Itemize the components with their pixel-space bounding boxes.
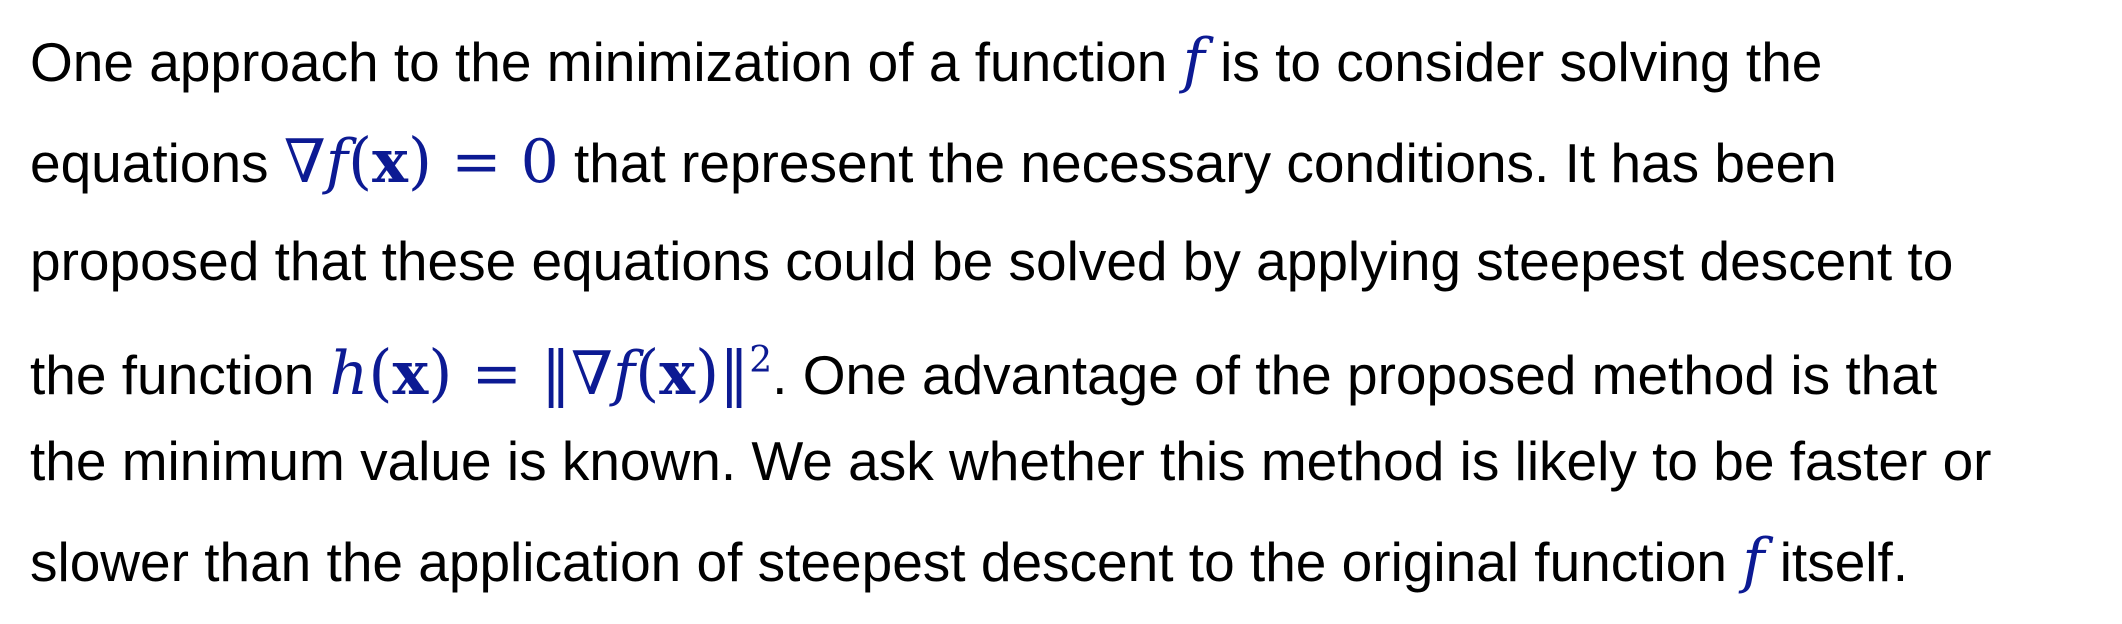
math-f-2: f bbox=[1742, 526, 1765, 596]
math-h-equation: h(x) = ‖∇f(x)‖2 bbox=[329, 336, 773, 409]
math-f: f bbox=[1182, 26, 1205, 96]
line1-text-a: One approach to the minimization of a fu… bbox=[30, 31, 1168, 93]
text-line-4: the function h(x) = ‖∇f(x)‖2. One advant… bbox=[30, 322, 2115, 422]
text-line-3: proposed that these equations could be s… bbox=[30, 222, 2115, 322]
line4-text-a: the function bbox=[30, 344, 315, 406]
text-line-6: slower than the application of steepest … bbox=[30, 522, 2115, 622]
line4-text-b: . One advantage of the proposed method i… bbox=[772, 344, 1938, 406]
text-line-5: the minimum value is known. We ask wheth… bbox=[30, 422, 2115, 522]
text-line-2: equations ∇f(x) = 0 that represent the n… bbox=[30, 122, 2115, 222]
line5-text-a: the minimum value is known. We ask wheth… bbox=[30, 430, 1992, 492]
problem-paragraph: One approach to the minimization of a fu… bbox=[30, 22, 2115, 622]
line3-text-a: proposed that these equations could be s… bbox=[30, 230, 1954, 292]
line6-text-a: slower than the application of steepest … bbox=[30, 531, 1727, 593]
text-line-1: One approach to the minimization of a fu… bbox=[30, 22, 2115, 122]
line6-text-b: itself. bbox=[1779, 531, 1909, 593]
line1-text-b: is to consider solving the bbox=[1220, 31, 1823, 93]
line2-text-b: that represent the necessary conditions.… bbox=[574, 132, 1837, 194]
math-gradient-equation: ∇f(x) = 0 bbox=[283, 124, 559, 197]
line2-text-a: equations bbox=[30, 132, 269, 194]
